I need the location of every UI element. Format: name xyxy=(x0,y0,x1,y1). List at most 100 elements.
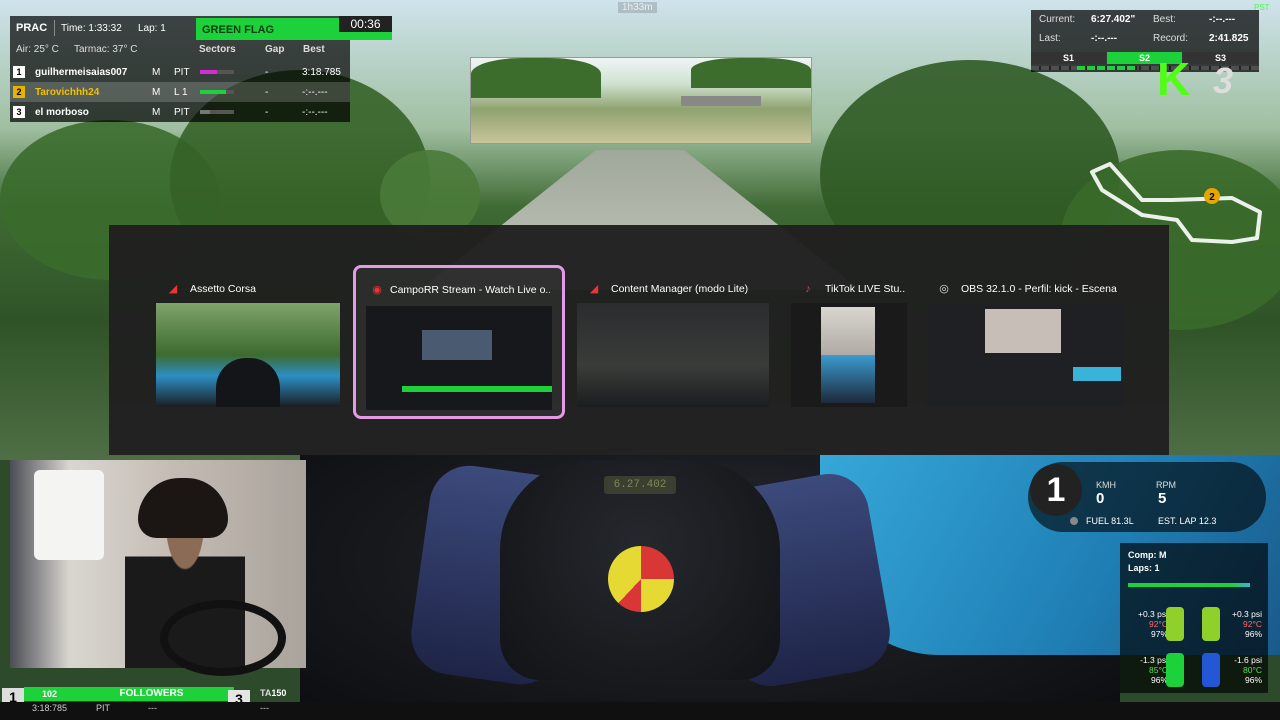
tyre-rl-icon xyxy=(1166,653,1184,687)
tiktok-icon: ♪ xyxy=(805,283,811,295)
window-obs[interactable]: ◎ OBS 32.1.0 - Perfil: kick - Escenas:..… xyxy=(927,271,1123,413)
record-label: Record: xyxy=(1153,33,1189,44)
last-label: Last: xyxy=(1039,33,1061,44)
webcam-hanging-shirt xyxy=(34,470,104,560)
best-value: -:--.--- xyxy=(1209,14,1236,25)
session-clock: 00:36 xyxy=(339,16,392,32)
thumb-wheel xyxy=(216,358,280,407)
tyre-fl-health: 97% xyxy=(1150,629,1168,639)
kick-logo: K xyxy=(1157,53,1191,105)
tyre-compound-label: Comp: M xyxy=(1128,550,1167,560)
browser-icon: ◉ xyxy=(372,284,382,296)
tyre-panel: Comp: M Laps: 1 +0.3 psi 92°C 97% +0.3 p… xyxy=(1120,543,1268,693)
tyre-rr-health: 96% xyxy=(1244,675,1262,685)
window-camporr-stream[interactable]: ◉ CampoRR Stream - Watch Live o... xyxy=(353,265,565,419)
best-header: Best xyxy=(303,44,325,55)
tyre-fl-icon xyxy=(1166,607,1184,641)
tyre-fl-temp: 92°C xyxy=(1149,619,1168,629)
air-temp: Air: 25° C xyxy=(16,44,59,55)
window-assetto-corsa[interactable]: ◢ Assetto Corsa xyxy=(156,271,340,413)
followers-count: 102 xyxy=(24,687,69,701)
tyre-compound: M xyxy=(152,87,161,98)
steering-wheel-display: 6.27.402 xyxy=(604,476,676,494)
fuel-row: FUEL 81.3L EST. LAP 12.3 xyxy=(1070,516,1265,530)
last-value: -:--.--- xyxy=(1091,33,1118,44)
window-content-manager[interactable]: ◢ Content Manager (modo Lite) xyxy=(577,271,769,413)
content-manager-icon: ◢ xyxy=(589,283,599,295)
sector-bar-fill xyxy=(200,90,226,94)
rpm-value: 5 xyxy=(1158,490,1167,507)
tyre-fr-psi: +0.3 psi xyxy=(1231,609,1262,619)
session-mode: PRAC xyxy=(16,22,48,34)
est-lap-value: EST. LAP 12.3 xyxy=(1158,516,1217,526)
thumb-bar xyxy=(402,386,552,392)
ta-label: TA xyxy=(260,688,272,698)
assetto-corsa-icon: ◢ xyxy=(168,283,178,295)
gap-value: - xyxy=(265,87,269,98)
record-value: 2:41.825 xyxy=(1209,33,1249,44)
kmh-value: 0 xyxy=(1096,490,1105,507)
thumb-video xyxy=(422,330,492,360)
thumb-panel xyxy=(1073,367,1121,381)
tyre-fr-temp: 92°C xyxy=(1243,619,1262,629)
window-tiktok-live[interactable]: ♪ TikTok LIVE Stu... xyxy=(791,271,907,413)
tyre-rr-info: -1.6 psi 80°C 96% xyxy=(1216,655,1262,685)
mirror-road xyxy=(681,96,761,106)
window-thumbnail xyxy=(156,303,340,407)
sector-bar-fill xyxy=(200,110,211,114)
webcam-feed xyxy=(10,460,306,676)
ticker-pit: PIT xyxy=(96,703,111,713)
webcam-sim-wheel xyxy=(160,600,286,676)
window-thumbnail xyxy=(577,303,769,407)
fuel-icon xyxy=(1070,517,1078,525)
followers-bar: 102 FOLLOWERS xyxy=(0,687,350,701)
session-lap: Lap: 1 xyxy=(138,23,166,34)
row-position: 1 xyxy=(13,66,25,78)
rear-view-mirror xyxy=(470,57,812,144)
standings-row: 1 guilhermeisaias007 M PIT - 3:18.785 xyxy=(10,62,350,82)
tyre-compound: M xyxy=(152,107,161,118)
kmh-label: KMH xyxy=(1096,480,1116,490)
tyre-rl-psi: -1.3 psi xyxy=(1140,655,1168,665)
window-title: TikTok LIVE Stu... xyxy=(825,283,905,295)
followers-label: FOLLOWERS xyxy=(69,687,234,701)
gap-value: - xyxy=(265,67,269,78)
divider xyxy=(54,20,55,36)
driver-status: PIT xyxy=(174,107,190,118)
best-time: -:--.--- xyxy=(302,87,328,98)
sector-minibars-green xyxy=(1077,66,1137,70)
rpm-label: RPM xyxy=(1156,480,1176,490)
tyre-fr-health: 96% xyxy=(1244,629,1262,639)
window-thumbnail xyxy=(791,303,907,407)
tyre-compound: M xyxy=(152,67,161,78)
best-label: Best: xyxy=(1153,14,1176,25)
task-switcher: ◢ Assetto Corsa ◉ CampoRR Stream - Watch… xyxy=(109,225,1169,455)
tyre-rl-info: -1.3 psi 85°C 96% xyxy=(1122,655,1168,685)
ta-counter: TA150 xyxy=(260,688,286,698)
window-title: OBS 32.1.0 - Perfil: kick - Escenas:... xyxy=(961,283,1117,295)
tyre-rr-temp: 80°C xyxy=(1243,665,1262,675)
driver-status: PIT xyxy=(174,67,190,78)
tyre-fl-info: +0.3 psi 92°C 97% xyxy=(1122,609,1168,639)
ticker-dash-2: --- xyxy=(260,703,269,713)
standings-row: 2 Tarovichhh24 M L 1 - -:--.--- xyxy=(10,82,350,102)
sector-bar-fill xyxy=(200,70,217,74)
driver-status: L 1 xyxy=(174,87,188,98)
obs-icon: ◎ xyxy=(939,283,949,295)
ticker-dash: --- xyxy=(148,703,157,713)
gap-value: - xyxy=(265,107,269,118)
ta-value: 150 xyxy=(271,688,287,698)
driver-name: el morboso xyxy=(35,107,89,118)
current-value: 6:27.402" xyxy=(1091,14,1136,25)
driver-name: guilhermeisaias007 xyxy=(35,67,128,78)
session-time: Time: 1:33:32 xyxy=(61,23,122,34)
fuel-value: FUEL 81.3L xyxy=(1086,516,1134,526)
window-title: CampoRR Stream - Watch Live o... xyxy=(390,284,550,296)
window-title: Content Manager (modo Lite) xyxy=(611,283,749,295)
thumb-vertical-video xyxy=(821,307,875,403)
sector-bar xyxy=(200,110,234,114)
standings-row: 3 el morboso M PIT - -:--.--- xyxy=(10,102,350,122)
gap-header: Gap xyxy=(265,44,285,55)
race-position: 3 xyxy=(1213,60,1234,101)
tyre-rr-psi: -1.6 psi xyxy=(1234,655,1262,665)
